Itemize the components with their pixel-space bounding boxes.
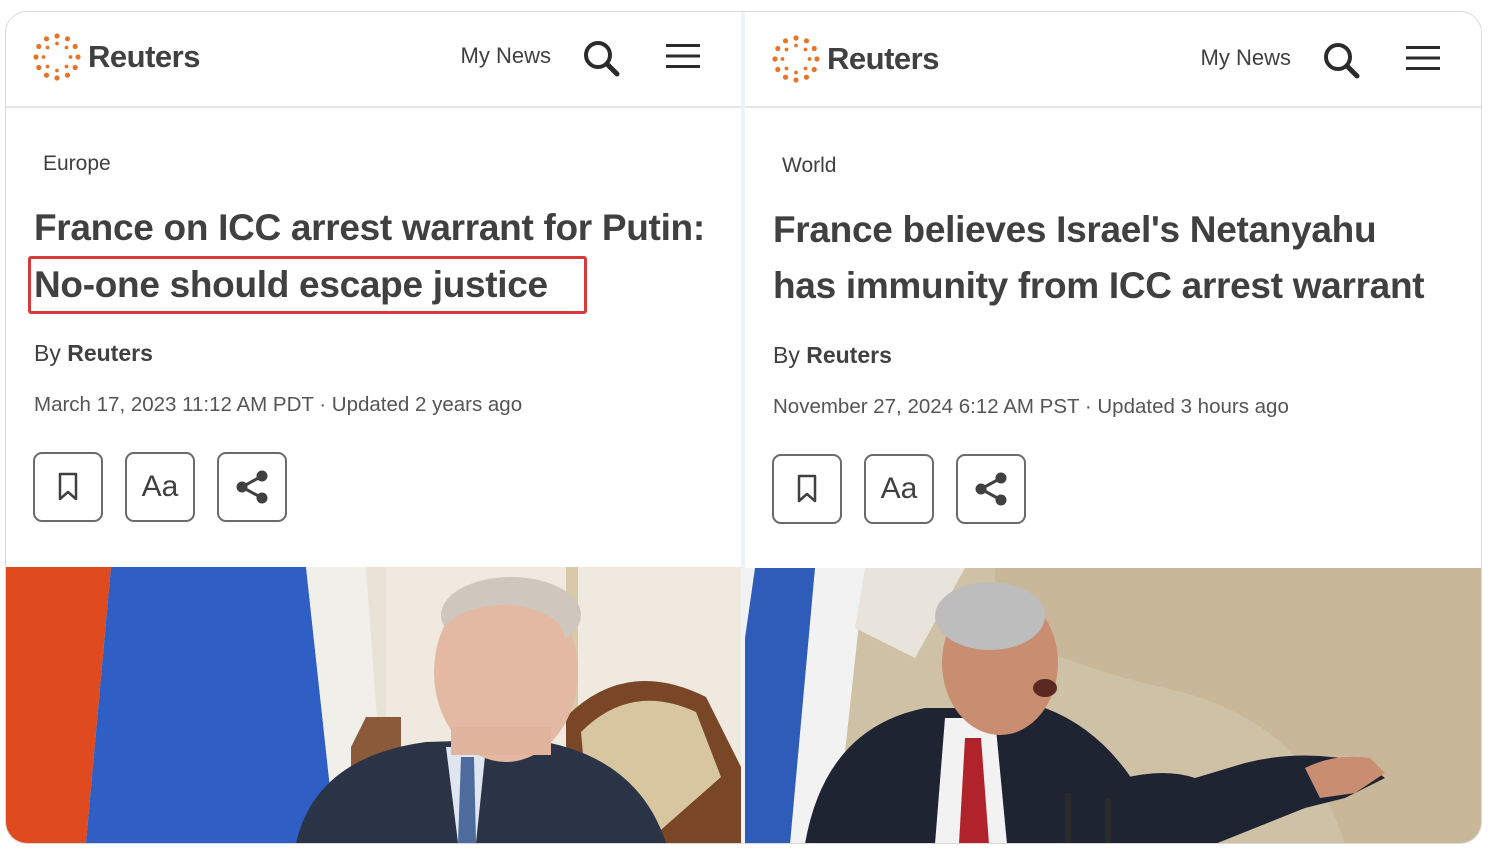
headline-line-2-highlighted: No-one should escape justice <box>28 256 587 314</box>
byline: By Reuters <box>34 340 153 367</box>
brand-name: Reuters <box>88 39 200 74</box>
dateline: March 17, 2023 11:12 AM PDT · Updated 2 … <box>34 393 523 416</box>
byline-prefix: By <box>34 340 61 366</box>
menu-icon[interactable] <box>1405 43 1441 73</box>
reuters-logo-icon <box>33 33 81 81</box>
article-photo-netanyahu[interactable] <box>745 568 1481 843</box>
byline: By Reuters <box>773 342 892 369</box>
article-actions: Aa <box>772 454 1048 524</box>
article-photo-putin[interactable] <box>6 567 741 843</box>
byline-prefix: By <box>773 342 800 368</box>
share-icon <box>236 470 268 504</box>
headline-line-2: has immunity from ICC arrest warrant <box>773 265 1425 306</box>
bookmark-button[interactable] <box>33 452 103 522</box>
menu-icon[interactable] <box>665 41 701 71</box>
site-header: Reuters My News <box>745 12 1481 108</box>
share-button[interactable] <box>217 452 287 522</box>
article-panel-left: Reuters My News Europe France on ICC arr… <box>6 12 741 843</box>
article-headline: France on ICC arrest warrant for Putin: … <box>28 200 724 314</box>
reuters-logo[interactable]: Reuters <box>771 34 939 84</box>
bookmark-icon <box>797 474 817 503</box>
headline-line-1: France believes Israel's Netanyahu <box>773 209 1377 250</box>
bookmark-button[interactable] <box>772 454 842 524</box>
section-label[interactable]: World <box>782 154 836 178</box>
comparison-frame: Reuters My News Europe France on ICC arr… <box>5 11 1482 844</box>
bookmark-icon <box>58 472 78 501</box>
search-icon[interactable] <box>581 38 621 78</box>
site-header: Reuters My News <box>6 12 741 108</box>
article-panel-right: Reuters My News World France believes Is… <box>745 12 1481 843</box>
share-button[interactable] <box>956 454 1026 524</box>
my-news-link[interactable]: My News <box>461 43 551 69</box>
article-actions: Aa <box>33 452 309 522</box>
byline-author[interactable]: Reuters <box>806 342 892 368</box>
headline-line-1: France on ICC arrest warrant for Putin: <box>34 207 705 248</box>
text-size-button[interactable]: Aa <box>864 454 934 524</box>
reuters-logo-icon <box>772 35 820 83</box>
section-label[interactable]: Europe <box>43 152 111 176</box>
text-size-button[interactable]: Aa <box>125 452 195 522</box>
brand-name: Reuters <box>827 41 939 76</box>
netanyahu-photo-illustration <box>745 568 1481 843</box>
my-news-link[interactable]: My News <box>1201 45 1291 71</box>
article-headline: France believes Israel's Netanyahu has i… <box>773 202 1463 314</box>
text-size-icon: Aa <box>880 472 918 505</box>
byline-author[interactable]: Reuters <box>67 340 153 366</box>
putin-photo-illustration <box>6 567 741 843</box>
text-size-icon: Aa <box>141 470 179 503</box>
share-icon <box>975 472 1007 506</box>
reuters-logo[interactable]: Reuters <box>32 32 200 82</box>
dateline: November 27, 2024 6:12 AM PST · Updated … <box>773 395 1289 418</box>
search-icon[interactable] <box>1321 40 1361 80</box>
